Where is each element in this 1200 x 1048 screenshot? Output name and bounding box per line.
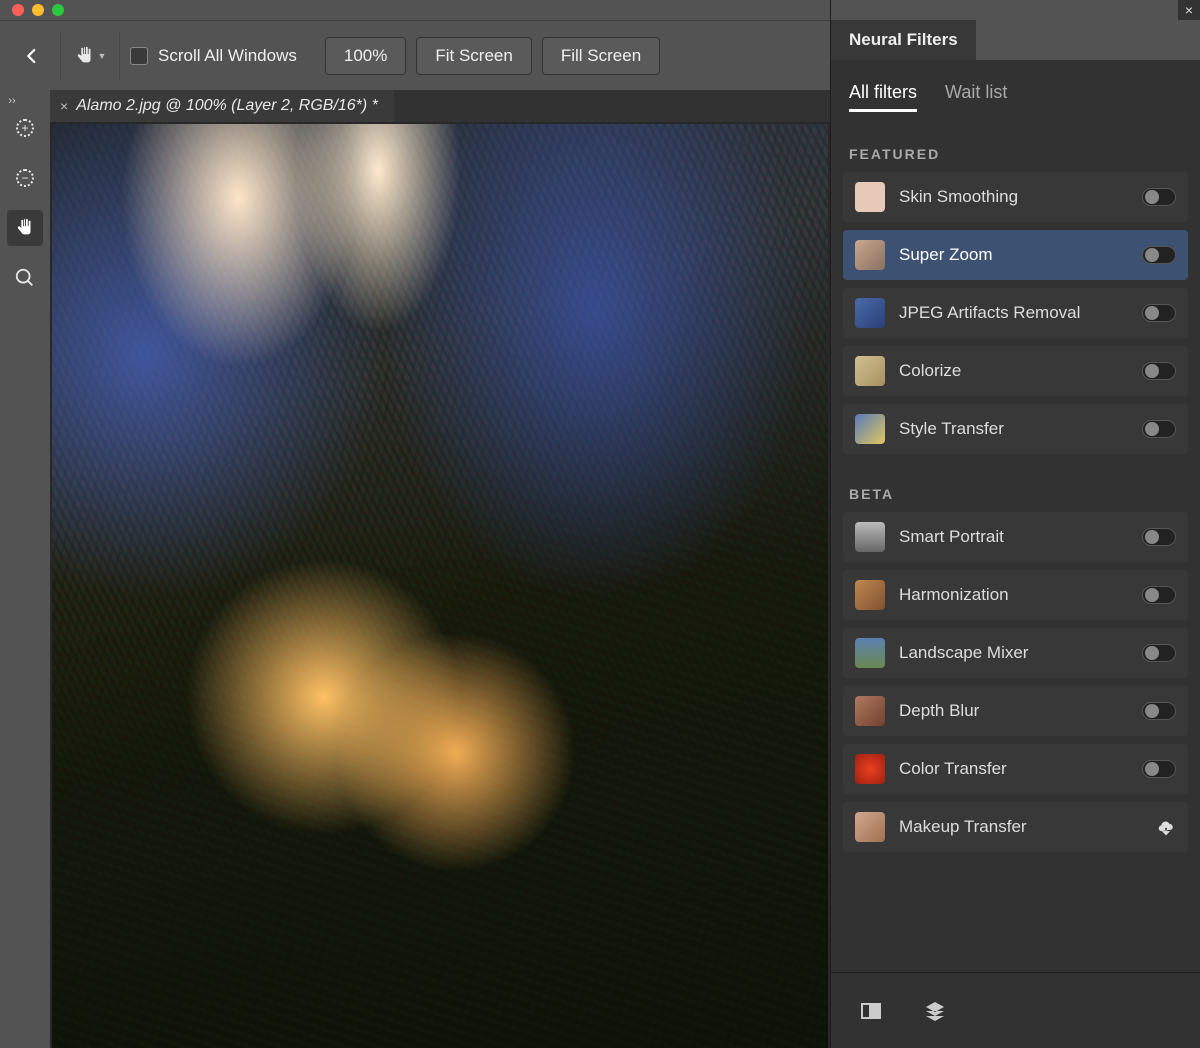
back-button[interactable] xyxy=(14,38,50,74)
filter-thumb-icon xyxy=(855,182,885,212)
filter-skin-smoothing[interactable]: Skin Smoothing xyxy=(843,172,1188,222)
filter-toggle[interactable] xyxy=(1142,702,1176,720)
filter-label: Landscape Mixer xyxy=(899,643,1128,663)
filter-thumb-icon xyxy=(855,240,885,270)
tool-strip: + − xyxy=(0,90,50,1048)
filter-thumb-icon xyxy=(855,522,885,552)
window-maximize-icon[interactable] xyxy=(52,4,64,16)
filter-label: Super Zoom xyxy=(899,245,1128,265)
filter-smart-portrait[interactable]: Smart Portrait xyxy=(843,512,1188,562)
filter-toggle[interactable] xyxy=(1142,644,1176,662)
filter-label: Skin Smoothing xyxy=(899,187,1128,207)
hand-tool-dropdown[interactable]: ▼ xyxy=(71,37,109,75)
fill-screen-button[interactable]: Fill Screen xyxy=(542,37,660,75)
zoom-in-tool[interactable]: + xyxy=(7,110,43,146)
filter-thumb-icon xyxy=(855,580,885,610)
filter-harmonization[interactable]: Harmonization xyxy=(843,570,1188,620)
filter-label: JPEG Artifacts Removal xyxy=(899,303,1128,323)
filter-label: Depth Blur xyxy=(899,701,1128,721)
window-close-icon[interactable] xyxy=(12,4,24,16)
filter-color-transfer[interactable]: Color Transfer xyxy=(843,744,1188,794)
filter-thumb-icon xyxy=(855,638,885,668)
magnify-tool[interactable] xyxy=(7,260,43,296)
document-tab[interactable]: × Alamo 2.jpg @ 100% (Layer 2, RGB/16*) … xyxy=(50,90,394,122)
options-bar: ▼ Scroll All Windows 100% Fit Screen Fil… xyxy=(0,20,830,90)
chevron-down-icon: ▼ xyxy=(98,51,107,61)
filter-toggle[interactable] xyxy=(1142,188,1176,206)
filter-toggle[interactable] xyxy=(1142,528,1176,546)
filter-toggle[interactable] xyxy=(1142,420,1176,438)
compare-icon[interactable] xyxy=(859,999,883,1023)
filter-label: Style Transfer xyxy=(899,419,1128,439)
window-minimize-icon[interactable] xyxy=(32,4,44,16)
zoom-out-tool[interactable]: − xyxy=(7,160,43,196)
filter-thumb-icon xyxy=(855,356,885,386)
filter-toggle[interactable] xyxy=(1142,304,1176,322)
filter-toggle[interactable] xyxy=(1142,246,1176,264)
filter-thumb-icon xyxy=(855,414,885,444)
close-icon[interactable]: × xyxy=(60,98,68,114)
filter-label: Makeup Transfer xyxy=(899,817,1142,837)
canvas-image xyxy=(52,124,828,1048)
download-icon[interactable] xyxy=(1156,817,1176,837)
filter-label: Colorize xyxy=(899,361,1128,381)
filter-thumb-icon xyxy=(855,812,885,842)
expand-panels-icon[interactable]: ›› xyxy=(0,90,24,112)
filter-toggle[interactable] xyxy=(1142,362,1176,380)
zoom-100-button[interactable]: 100% xyxy=(325,37,406,75)
filter-thumb-icon xyxy=(855,696,885,726)
tab-all-filters[interactable]: All filters xyxy=(849,82,917,112)
document-tab-bar: × Alamo 2.jpg @ 100% (Layer 2, RGB/16*) … xyxy=(50,90,830,122)
hand-tool[interactable] xyxy=(7,210,43,246)
canvas-area[interactable] xyxy=(50,122,830,1048)
filter-colorize[interactable]: Colorize xyxy=(843,346,1188,396)
filter-thumb-icon xyxy=(855,754,885,784)
divider xyxy=(60,32,61,80)
panel-footer xyxy=(831,972,1200,1048)
filter-jpeg-artifacts[interactable]: JPEG Artifacts Removal xyxy=(843,288,1188,338)
filter-thumb-icon xyxy=(855,298,885,328)
section-featured: FEATURED xyxy=(843,122,1188,172)
window-titlebar xyxy=(0,0,830,20)
fit-screen-button[interactable]: Fit Screen xyxy=(416,37,531,75)
filter-style-transfer[interactable]: Style Transfer xyxy=(843,404,1188,454)
section-beta: BETA xyxy=(843,462,1188,512)
filter-landscape-mixer[interactable]: Landscape Mixer xyxy=(843,628,1188,678)
filter-label: Smart Portrait xyxy=(899,527,1128,547)
filter-super-zoom[interactable]: Super Zoom xyxy=(843,230,1188,280)
filter-makeup-transfer[interactable]: Makeup Transfer xyxy=(843,802,1188,852)
document-title: Alamo 2.jpg @ 100% (Layer 2, RGB/16*) * xyxy=(76,97,378,115)
scroll-all-label: Scroll All Windows xyxy=(158,46,297,66)
scroll-all-checkbox[interactable] xyxy=(130,47,148,65)
panel-title-tab[interactable]: Neural Filters xyxy=(831,20,976,60)
filter-depth-blur[interactable]: Depth Blur xyxy=(843,686,1188,736)
divider xyxy=(119,32,120,80)
tab-wait-list[interactable]: Wait list xyxy=(945,82,1007,112)
panel-close-button[interactable]: × xyxy=(1178,0,1200,20)
filter-toggle[interactable] xyxy=(1142,586,1176,604)
filter-label: Color Transfer xyxy=(899,759,1128,779)
filter-toggle[interactable] xyxy=(1142,760,1176,778)
filter-label: Harmonization xyxy=(899,585,1128,605)
layers-icon[interactable] xyxy=(923,999,947,1023)
